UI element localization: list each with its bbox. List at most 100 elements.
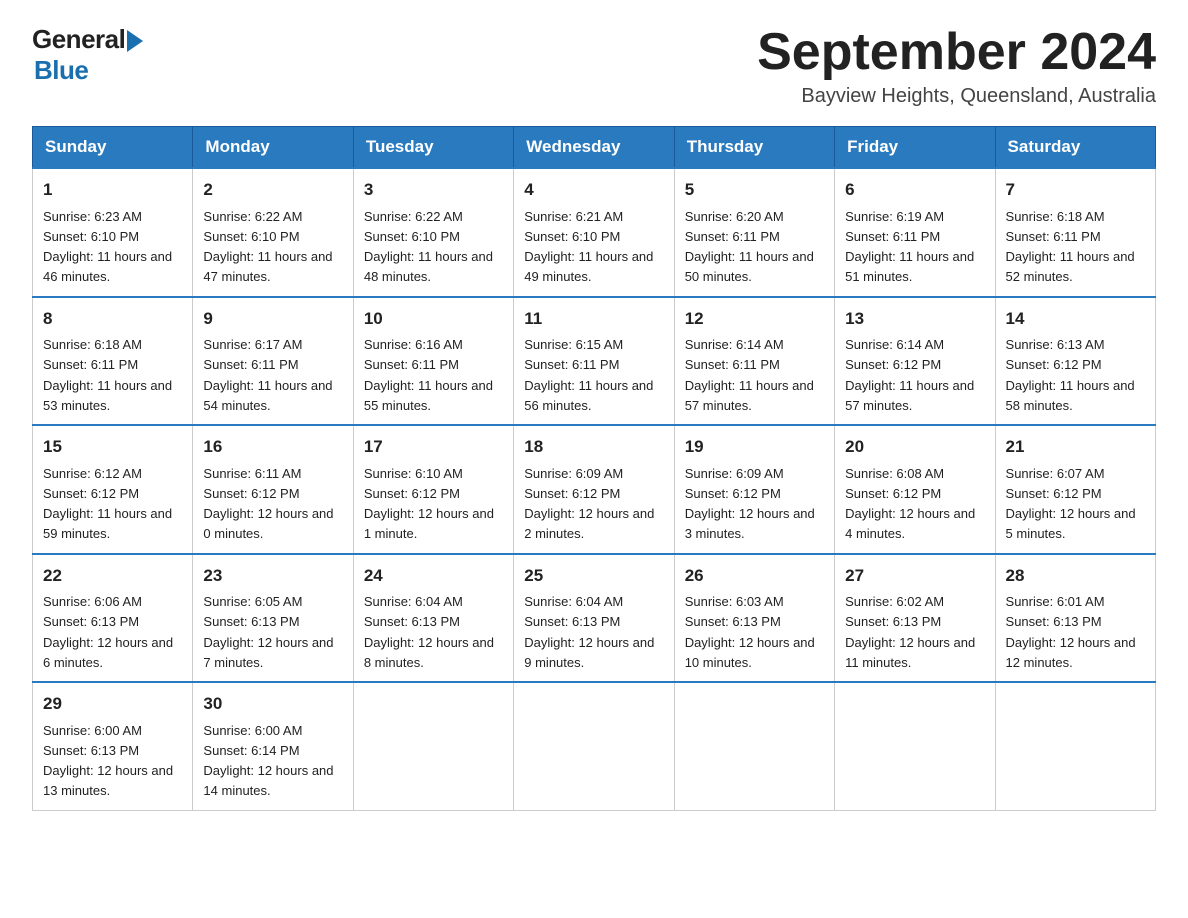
- day-number: 6: [845, 177, 984, 203]
- table-row: 20 Sunrise: 6:08 AMSunset: 6:12 PMDaylig…: [835, 425, 995, 554]
- calendar-week-row: 22 Sunrise: 6:06 AMSunset: 6:13 PMDaylig…: [33, 554, 1156, 683]
- col-thursday: Thursday: [674, 127, 834, 169]
- day-number: 14: [1006, 306, 1145, 332]
- table-row: 3 Sunrise: 6:22 AMSunset: 6:10 PMDayligh…: [353, 168, 513, 297]
- table-row: 5 Sunrise: 6:20 AMSunset: 6:11 PMDayligh…: [674, 168, 834, 297]
- day-number: 15: [43, 434, 182, 460]
- table-row: 6 Sunrise: 6:19 AMSunset: 6:11 PMDayligh…: [835, 168, 995, 297]
- table-row: 17 Sunrise: 6:10 AMSunset: 6:12 PMDaylig…: [353, 425, 513, 554]
- day-info: Sunrise: 6:05 AMSunset: 6:13 PMDaylight:…: [203, 594, 333, 670]
- day-info: Sunrise: 6:22 AMSunset: 6:10 PMDaylight:…: [203, 209, 332, 285]
- col-saturday: Saturday: [995, 127, 1155, 169]
- logo: General Blue: [32, 24, 143, 86]
- table-row: 18 Sunrise: 6:09 AMSunset: 6:12 PMDaylig…: [514, 425, 674, 554]
- day-info: Sunrise: 6:00 AMSunset: 6:14 PMDaylight:…: [203, 723, 333, 799]
- table-row: 8 Sunrise: 6:18 AMSunset: 6:11 PMDayligh…: [33, 297, 193, 426]
- calendar-location: Bayview Heights, Queensland, Australia: [757, 85, 1156, 108]
- table-row: 9 Sunrise: 6:17 AMSunset: 6:11 PMDayligh…: [193, 297, 353, 426]
- calendar-title: September 2024: [757, 24, 1156, 81]
- day-info: Sunrise: 6:21 AMSunset: 6:10 PMDaylight:…: [524, 209, 653, 285]
- calendar-week-row: 29 Sunrise: 6:00 AMSunset: 6:13 PMDaylig…: [33, 682, 1156, 810]
- day-number: 26: [685, 563, 824, 589]
- day-number: 21: [1006, 434, 1145, 460]
- day-number: 20: [845, 434, 984, 460]
- table-row: 7 Sunrise: 6:18 AMSunset: 6:11 PMDayligh…: [995, 168, 1155, 297]
- table-row: 29 Sunrise: 6:00 AMSunset: 6:13 PMDaylig…: [33, 682, 193, 810]
- table-row: 26 Sunrise: 6:03 AMSunset: 6:13 PMDaylig…: [674, 554, 834, 683]
- table-row: 4 Sunrise: 6:21 AMSunset: 6:10 PMDayligh…: [514, 168, 674, 297]
- day-number: 2: [203, 177, 342, 203]
- day-info: Sunrise: 6:20 AMSunset: 6:11 PMDaylight:…: [685, 209, 814, 285]
- day-info: Sunrise: 6:22 AMSunset: 6:10 PMDaylight:…: [364, 209, 493, 285]
- table-row: 12 Sunrise: 6:14 AMSunset: 6:11 PMDaylig…: [674, 297, 834, 426]
- day-number: 28: [1006, 563, 1145, 589]
- day-info: Sunrise: 6:07 AMSunset: 6:12 PMDaylight:…: [1006, 466, 1136, 542]
- table-row: 15 Sunrise: 6:12 AMSunset: 6:12 PMDaylig…: [33, 425, 193, 554]
- day-number: 19: [685, 434, 824, 460]
- table-row: 28 Sunrise: 6:01 AMSunset: 6:13 PMDaylig…: [995, 554, 1155, 683]
- logo-arrow-icon: [127, 30, 143, 52]
- day-number: 9: [203, 306, 342, 332]
- calendar-week-row: 1 Sunrise: 6:23 AMSunset: 6:10 PMDayligh…: [33, 168, 1156, 297]
- table-row: 1 Sunrise: 6:23 AMSunset: 6:10 PMDayligh…: [33, 168, 193, 297]
- day-number: 11: [524, 306, 663, 332]
- col-tuesday: Tuesday: [353, 127, 513, 169]
- table-row: 19 Sunrise: 6:09 AMSunset: 6:12 PMDaylig…: [674, 425, 834, 554]
- day-info: Sunrise: 6:14 AMSunset: 6:11 PMDaylight:…: [685, 337, 814, 413]
- day-number: 12: [685, 306, 824, 332]
- day-info: Sunrise: 6:17 AMSunset: 6:11 PMDaylight:…: [203, 337, 332, 413]
- day-info: Sunrise: 6:18 AMSunset: 6:11 PMDaylight:…: [43, 337, 172, 413]
- day-info: Sunrise: 6:18 AMSunset: 6:11 PMDaylight:…: [1006, 209, 1135, 285]
- day-number: 25: [524, 563, 663, 589]
- logo-blue-text: Blue: [34, 55, 88, 86]
- day-number: 18: [524, 434, 663, 460]
- table-row: 24 Sunrise: 6:04 AMSunset: 6:13 PMDaylig…: [353, 554, 513, 683]
- day-info: Sunrise: 6:15 AMSunset: 6:11 PMDaylight:…: [524, 337, 653, 413]
- table-row: 22 Sunrise: 6:06 AMSunset: 6:13 PMDaylig…: [33, 554, 193, 683]
- day-info: Sunrise: 6:00 AMSunset: 6:13 PMDaylight:…: [43, 723, 173, 799]
- table-row: 27 Sunrise: 6:02 AMSunset: 6:13 PMDaylig…: [835, 554, 995, 683]
- day-info: Sunrise: 6:12 AMSunset: 6:12 PMDaylight:…: [43, 466, 172, 542]
- day-info: Sunrise: 6:09 AMSunset: 6:12 PMDaylight:…: [685, 466, 815, 542]
- day-number: 10: [364, 306, 503, 332]
- day-info: Sunrise: 6:04 AMSunset: 6:13 PMDaylight:…: [524, 594, 654, 670]
- day-number: 23: [203, 563, 342, 589]
- table-row: [353, 682, 513, 810]
- day-info: Sunrise: 6:03 AMSunset: 6:13 PMDaylight:…: [685, 594, 815, 670]
- day-info: Sunrise: 6:08 AMSunset: 6:12 PMDaylight:…: [845, 466, 975, 542]
- day-number: 30: [203, 691, 342, 717]
- page-header: General Blue September 2024 Bayview Heig…: [32, 24, 1156, 108]
- day-info: Sunrise: 6:04 AMSunset: 6:13 PMDaylight:…: [364, 594, 494, 670]
- day-number: 4: [524, 177, 663, 203]
- day-info: Sunrise: 6:09 AMSunset: 6:12 PMDaylight:…: [524, 466, 654, 542]
- col-monday: Monday: [193, 127, 353, 169]
- table-row: 2 Sunrise: 6:22 AMSunset: 6:10 PMDayligh…: [193, 168, 353, 297]
- table-row: 13 Sunrise: 6:14 AMSunset: 6:12 PMDaylig…: [835, 297, 995, 426]
- day-number: 5: [685, 177, 824, 203]
- table-row: 25 Sunrise: 6:04 AMSunset: 6:13 PMDaylig…: [514, 554, 674, 683]
- table-row: 10 Sunrise: 6:16 AMSunset: 6:11 PMDaylig…: [353, 297, 513, 426]
- day-number: 1: [43, 177, 182, 203]
- day-number: 24: [364, 563, 503, 589]
- day-info: Sunrise: 6:11 AMSunset: 6:12 PMDaylight:…: [203, 466, 333, 542]
- col-wednesday: Wednesday: [514, 127, 674, 169]
- day-info: Sunrise: 6:14 AMSunset: 6:12 PMDaylight:…: [845, 337, 974, 413]
- day-number: 22: [43, 563, 182, 589]
- day-info: Sunrise: 6:13 AMSunset: 6:12 PMDaylight:…: [1006, 337, 1135, 413]
- day-info: Sunrise: 6:01 AMSunset: 6:13 PMDaylight:…: [1006, 594, 1136, 670]
- table-row: 30 Sunrise: 6:00 AMSunset: 6:14 PMDaylig…: [193, 682, 353, 810]
- table-row: [835, 682, 995, 810]
- table-row: [674, 682, 834, 810]
- day-number: 7: [1006, 177, 1145, 203]
- day-number: 17: [364, 434, 503, 460]
- table-row: 23 Sunrise: 6:05 AMSunset: 6:13 PMDaylig…: [193, 554, 353, 683]
- day-number: 29: [43, 691, 182, 717]
- day-number: 3: [364, 177, 503, 203]
- logo-general-text: General: [32, 24, 125, 55]
- col-friday: Friday: [835, 127, 995, 169]
- calendar-week-row: 15 Sunrise: 6:12 AMSunset: 6:12 PMDaylig…: [33, 425, 1156, 554]
- table-row: 14 Sunrise: 6:13 AMSunset: 6:12 PMDaylig…: [995, 297, 1155, 426]
- day-info: Sunrise: 6:06 AMSunset: 6:13 PMDaylight:…: [43, 594, 173, 670]
- table-row: 21 Sunrise: 6:07 AMSunset: 6:12 PMDaylig…: [995, 425, 1155, 554]
- title-block: September 2024 Bayview Heights, Queensla…: [757, 24, 1156, 108]
